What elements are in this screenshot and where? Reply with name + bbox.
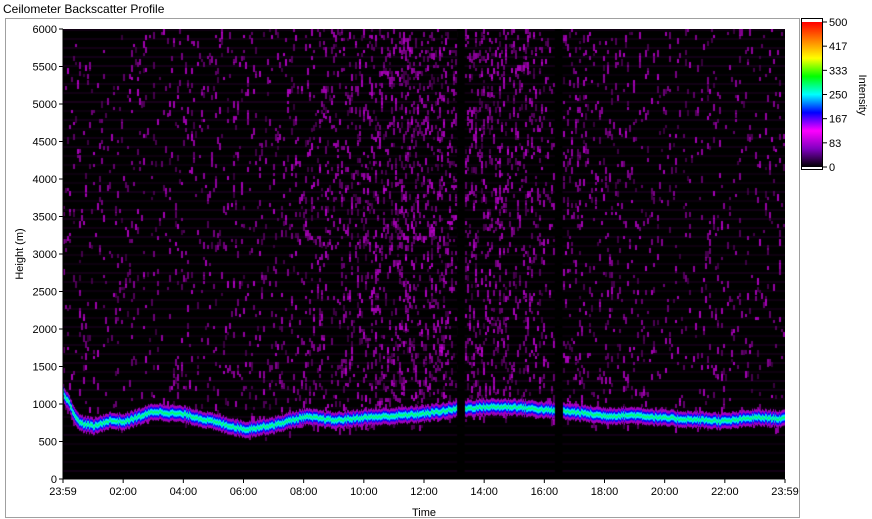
x-tick-label: 04:00 — [170, 486, 198, 498]
y-tick-label: 5500 — [33, 62, 57, 74]
colorbar-tick-label: 83 — [829, 138, 841, 150]
y-tick-label: 3000 — [33, 249, 57, 261]
x-tick-label: 18:00 — [591, 486, 619, 498]
colorbar-tick-label: 0 — [829, 162, 835, 174]
y-tick-label: 1000 — [33, 399, 57, 411]
colorbar-tick-group: 500 417 333 250 167 83 0 — [823, 17, 847, 174]
y-tick-label: 2500 — [33, 287, 57, 299]
x-tick-label: 20:00 — [651, 486, 679, 498]
x-tick-label: 23:59 — [771, 486, 799, 498]
y-tick-label: 0 — [51, 474, 57, 486]
y-tick-label: 4500 — [33, 137, 57, 149]
chart-axes: 0500100015002000250030003500400045005000… — [14, 17, 868, 519]
x-tick-label: 02:00 — [109, 486, 137, 498]
x-tick-label: 16:00 — [531, 486, 559, 498]
colorbar-tick-label: 333 — [829, 65, 847, 77]
x-tick-label: 14:00 — [470, 486, 498, 498]
colorbar-tick-label: 250 — [829, 90, 847, 102]
x-tick-label: 08:00 — [290, 486, 318, 498]
x-tick-label: 23:59 — [49, 486, 77, 498]
x-axis-label: Time — [412, 507, 436, 519]
x-tick-label: 22:00 — [711, 486, 739, 498]
x-tick-label: 10:00 — [350, 486, 378, 498]
y-tick-label: 1500 — [33, 362, 57, 374]
y-tick-label: 5000 — [33, 99, 57, 111]
y-tick-label: 500 — [39, 437, 57, 449]
y-tick-label: 2000 — [33, 324, 57, 336]
colorbar-tick-label: 417 — [829, 41, 847, 53]
x-tick-label: 12:00 — [410, 486, 438, 498]
y-axis-label: Height (m) — [14, 228, 26, 279]
colorbar-tick-label: 167 — [829, 114, 847, 126]
y-tick-label: 6000 — [33, 24, 57, 36]
x-tick-group: 23:59 02:00 04:00 06:00 08:00 10:00 12:00 14:00… — [49, 479, 799, 498]
y-tick-label: 4000 — [33, 174, 57, 186]
y-tick-group: 0 500 1000 1500 2000 2500 3000 3500 4000 4500 5000… — [33, 24, 63, 486]
y-tick-label: 3500 — [33, 212, 57, 224]
colorbar-label: Intensity — [856, 75, 868, 116]
colorbar-tick-label: 500 — [829, 17, 847, 29]
x-tick-label: 06:00 — [230, 486, 258, 498]
